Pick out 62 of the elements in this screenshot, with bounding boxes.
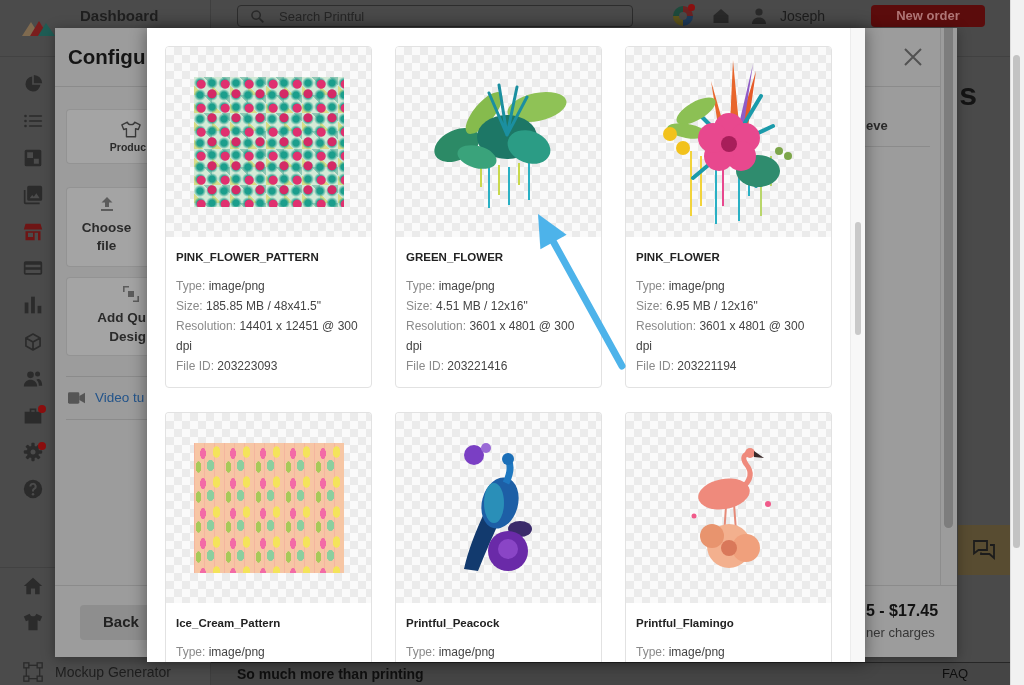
- help-icon[interactable]: [23, 479, 43, 500]
- back-button[interactable]: Back: [80, 605, 147, 640]
- file-name-text: Printful_Flamingo: [636, 616, 735, 631]
- scroll-thumb[interactable]: [1013, 55, 1020, 548]
- file-name-text: Printful_Peacock: [406, 616, 501, 631]
- file-detail-text: Type: image/png: [636, 278, 726, 295]
- file-detail-text: Type: image/png: [176, 644, 266, 661]
- box-icon[interactable]: [23, 331, 43, 352]
- file-detail-text: Resolution: 3601 x 4801 @ 300 dpi: [406, 318, 576, 355]
- file-detail-text: Resolution: 14401 x 12451 @ 300 dpi: [176, 318, 359, 355]
- file-detail-text: Resolution: 3601 x 4801 @ 300 dpi: [636, 318, 806, 355]
- close-button[interactable]: [904, 48, 922, 66]
- file-card[interactable]: Ice_Cream_Pattern Type: image/png: [165, 412, 372, 662]
- t-shirt-icon: [121, 121, 141, 138]
- scroll-thumb[interactable]: [855, 222, 861, 335]
- photos-icon[interactable]: [23, 184, 43, 205]
- file-name-text: GREEN_FLOWER: [406, 250, 505, 265]
- home-icon[interactable]: [23, 576, 43, 596]
- crop-icon: [123, 286, 139, 302]
- file-name-text: PINK_FLOWER: [636, 250, 721, 265]
- multicolor-circle-icon[interactable]: [673, 6, 693, 26]
- file-card[interactable]: Printful_Peacock Type: image/png: [395, 412, 602, 662]
- t-shirt-icon[interactable]: [23, 612, 43, 632]
- option-tile[interactable]: Produc: [66, 109, 147, 164]
- file-name-text: PINK_FLOWER_PATTERN: [176, 250, 320, 265]
- chat-button[interactable]: [958, 525, 1010, 575]
- store-icon[interactable]: [23, 221, 43, 242]
- file-card[interactable]: Printful_Flamingo Type: image/png: [625, 412, 832, 662]
- upload-icon: [99, 197, 114, 211]
- scroll-track[interactable]: [850, 28, 865, 662]
- image-icon[interactable]: [23, 148, 43, 168]
- close-icon: [904, 48, 922, 66]
- new-order-button[interactable]: New order: [871, 5, 985, 27]
- chat-icon: [973, 540, 995, 560]
- dialog-title: Configu: [68, 44, 146, 70]
- scroll-track[interactable]: [1010, 0, 1024, 685]
- option-tile[interactable]: Add Qu Desig: [66, 277, 147, 356]
- video-camera-icon: [68, 392, 85, 404]
- file-detail-text: File ID: 203221194: [636, 358, 738, 375]
- file-detail-text: Type: image/png: [636, 644, 726, 661]
- file-detail-text: File ID: 203221416: [406, 358, 509, 375]
- file-detail-text: Type: image/png: [176, 278, 266, 295]
- file-card[interactable]: GREEN_FLOWER Type: image/png Size: 4.51 MB / 12x16" Resolution: 3601 x 4801 @ 300 dpi File ID: 203221416: [395, 46, 602, 388]
- house-icon[interactable]: [713, 8, 729, 24]
- file-detail-text: Size: 4.51 MB / 12x16": [406, 298, 529, 315]
- scroll-thumb[interactable]: [944, 28, 953, 528]
- file-detail-text: Type: image/png: [406, 278, 496, 295]
- price-range-text: 5 - $17.45: [866, 601, 940, 621]
- file-card[interactable]: PINK_FLOWER_PATTERN Type: image/png Size: 185.85 MB / 48x41.5" Resolution: 14401 x 12451 @ 300 dpi File ID: 203223093: [165, 46, 372, 388]
- price-note-text: ner charges: [866, 624, 936, 642]
- file-name-text: Ice_Cream_Pattern: [176, 616, 282, 631]
- file-detail-text: Size: 6.95 MB / 12x16": [636, 298, 759, 315]
- option-tile[interactable]: Choose file: [66, 187, 147, 267]
- settings-icon[interactable]: [23, 442, 43, 463]
- bar-chart-icon[interactable]: [23, 295, 43, 316]
- logo-icon[interactable]: [22, 20, 55, 36]
- file-detail-text: File ID: 203223093: [176, 358, 279, 375]
- file-detail-text: Size: 185.85 MB / 48x41.5": [176, 298, 323, 315]
- file-card[interactable]: PINK_FLOWER Type: image/png Size: 6.95 MB / 12x16" Resolution: 3601 x 4801 @ 300 dpi File ID: 203221194: [625, 46, 832, 388]
- search-icon: [251, 9, 264, 23]
- user-icon[interactable]: [752, 8, 766, 24]
- file-detail-text: Type: image/png: [406, 644, 496, 661]
